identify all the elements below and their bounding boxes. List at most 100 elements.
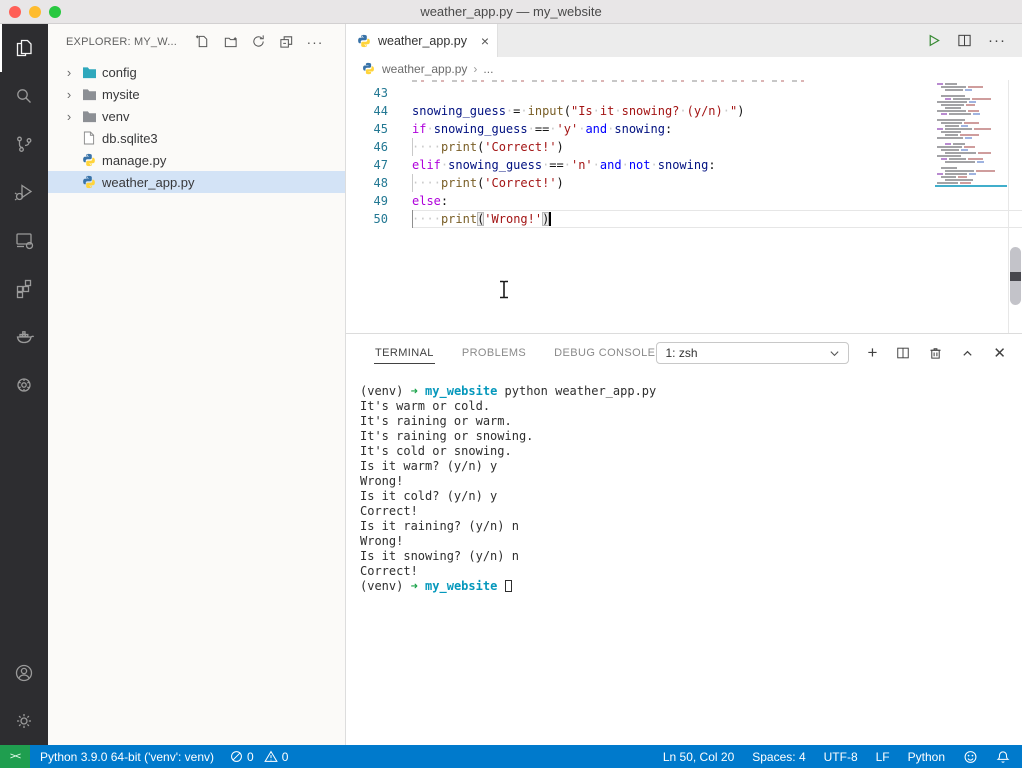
remote-explorer-icon[interactable] <box>0 216 48 264</box>
chevron-right-icon[interactable]: › <box>62 65 76 80</box>
line-number: 45 <box>346 120 390 138</box>
terminal-line: Is it cold? (y/n) y <box>360 489 1022 504</box>
tree-item-label: db.sqlite3 <box>102 131 158 146</box>
new-terminal-icon[interactable]: + <box>867 343 877 363</box>
python-environment-icon[interactable] <box>0 360 48 408</box>
window-controls <box>9 6 61 18</box>
chevron-right-icon[interactable]: › <box>62 109 76 124</box>
zoom-window-button[interactable] <box>49 6 61 18</box>
bottom-panel: TERMINAL PROBLEMS DEBUG CONSOLE 1: zsh + ✕… <box>346 333 1022 745</box>
breadcrumb-file[interactable]: weather_app.py <box>382 62 467 76</box>
code-line-48[interactable]: ····print('Correct!') <box>412 174 1022 192</box>
editor-scrollbar[interactable] <box>1008 80 1022 333</box>
tab-weather-app[interactable]: weather_app.py × <box>346 24 498 57</box>
code-editor[interactable]: 4344454647484950 snowing_guess·=·input("… <box>346 80 1022 333</box>
extensions-icon[interactable] <box>0 264 48 312</box>
error-icon <box>230 750 243 763</box>
breadcrumb-chevron-icon: › <box>473 62 477 76</box>
editor-more-actions-icon[interactable]: ··· <box>988 32 1006 49</box>
minimize-window-button[interactable] <box>29 6 41 18</box>
docker-icon[interactable] <box>0 312 48 360</box>
panel-tab-debug-console[interactable]: DEBUG CONSOLE <box>553 342 656 364</box>
new-folder-icon[interactable] <box>221 32 241 52</box>
split-terminal-icon[interactable] <box>896 346 910 360</box>
refresh-icon[interactable] <box>249 32 269 52</box>
terminal-line: It's raining or warm. <box>360 414 1022 429</box>
panel-tab-terminal[interactable]: TERMINAL <box>374 342 435 364</box>
terminal-line: Is it warm? (y/n) y <box>360 459 1022 474</box>
terminal-shell-dropdown[interactable]: 1: zsh <box>656 342 849 364</box>
folder-icon <box>81 64 97 80</box>
code-content[interactable]: snowing_guess·=·input("Is·it·snowing?·(y… <box>390 80 1022 333</box>
terminal-line: Correct! <box>360 564 1022 579</box>
tree-item-weather-app-py[interactable]: weather_app.py <box>48 171 345 193</box>
tree-item-venv[interactable]: ›venv <box>48 105 345 127</box>
cursor-position-indicator[interactable]: Ln 50, Col 20 <box>663 750 734 764</box>
terminal-line: It's cold or snowing. <box>360 444 1022 459</box>
tree-item-mysite[interactable]: ›mysite <box>48 83 345 105</box>
python-icon <box>81 174 97 190</box>
tab-close-icon[interactable]: × <box>481 34 489 48</box>
explorer-icon[interactable] <box>0 24 48 72</box>
code-line-45[interactable]: if·snowing_guess·==·'y'·and·snowing: <box>412 120 1022 138</box>
breadcrumb-symbol[interactable]: ... <box>483 62 493 76</box>
tree-item-db-sqlite3[interactable]: db.sqlite3 <box>48 127 345 149</box>
settings-gear-icon[interactable] <box>0 697 48 745</box>
panel-tab-problems[interactable]: PROBLEMS <box>461 342 527 364</box>
close-window-button[interactable] <box>9 6 21 18</box>
code-line-43[interactable] <box>412 84 1022 102</box>
shell-dropdown-value: 1: zsh <box>665 346 697 360</box>
tree-item-label: config <box>102 65 137 80</box>
run-and-debug-icon[interactable] <box>0 168 48 216</box>
code-line-49[interactable]: else: <box>412 192 1022 210</box>
encoding-indicator[interactable]: UTF-8 <box>824 750 858 764</box>
terminal-line: (venv) ➜ my_website python weather_app.p… <box>360 384 1022 399</box>
notifications-bell-icon[interactable] <box>996 750 1010 764</box>
folder-icon <box>81 108 97 124</box>
account-icon[interactable] <box>0 649 48 697</box>
collapse-folders-icon[interactable] <box>277 32 297 52</box>
folder-icon <box>81 86 97 102</box>
tree-item-config[interactable]: › config <box>48 61 345 83</box>
maximize-panel-icon[interactable] <box>961 347 974 360</box>
terminal-output[interactable]: (venv) ➜ my_website python weather_app.p… <box>346 372 1022 594</box>
search-icon[interactable] <box>0 72 48 120</box>
ibeam-mouse-cursor <box>498 280 510 304</box>
tree-item-label: weather_app.py <box>102 175 195 190</box>
python-interpreter-indicator[interactable]: Python 3.9.0 64-bit ('venv': venv) <box>40 750 214 764</box>
explorer-more-actions-icon[interactable]: ··· <box>305 32 325 52</box>
terminal-cursor <box>505 580 512 592</box>
code-line-44[interactable]: snowing_guess·=·input("Is·it·snowing?·(y… <box>412 102 1022 120</box>
minimap[interactable] <box>935 82 1007 187</box>
indentation-indicator[interactable]: Spaces: 4 <box>752 750 805 764</box>
source-control-icon[interactable] <box>0 120 48 168</box>
terminal-line: Is it raining? (y/n) n <box>360 519 1022 534</box>
activity-bar-spacer <box>0 408 48 649</box>
line-number: 49 <box>346 192 390 210</box>
kill-terminal-icon[interactable] <box>929 346 942 360</box>
chevron-right-icon[interactable]: › <box>62 87 76 102</box>
problems-indicator[interactable]: 0 0 <box>230 750 288 764</box>
new-file-icon[interactable] <box>193 32 213 52</box>
run-python-file-icon[interactable] <box>926 33 941 48</box>
editor-tab-bar: weather_app.py × ··· <box>346 24 1022 57</box>
code-line-47[interactable]: elif·snowing_guess·==·'n'·and·not·snowin… <box>412 156 1022 174</box>
indent-guide <box>412 174 413 192</box>
split-editor-icon[interactable] <box>957 33 972 48</box>
terminal-line: Correct! <box>360 504 1022 519</box>
remote-indicator[interactable]: >< <box>0 745 30 768</box>
line-number: 43 <box>346 84 390 102</box>
python-icon <box>81 152 97 168</box>
code-line-50[interactable]: ····print('Wrong!') <box>412 210 1022 228</box>
tree-item-label: manage.py <box>102 153 166 168</box>
eol-indicator[interactable]: LF <box>876 750 890 764</box>
close-panel-icon[interactable]: ✕ <box>993 344 1006 362</box>
language-mode-indicator[interactable]: Python <box>908 750 945 764</box>
tree-item-manage-py[interactable]: manage.py <box>48 149 345 171</box>
code-line-46[interactable]: ····print('Correct!') <box>412 138 1022 156</box>
terminal-line: (venv) ➜ my_website <box>360 579 1022 594</box>
chevron-down-icon <box>829 348 840 359</box>
feedback-smiley-icon[interactable] <box>963 750 978 764</box>
line-number: 47 <box>346 156 390 174</box>
text-cursor <box>549 212 551 226</box>
